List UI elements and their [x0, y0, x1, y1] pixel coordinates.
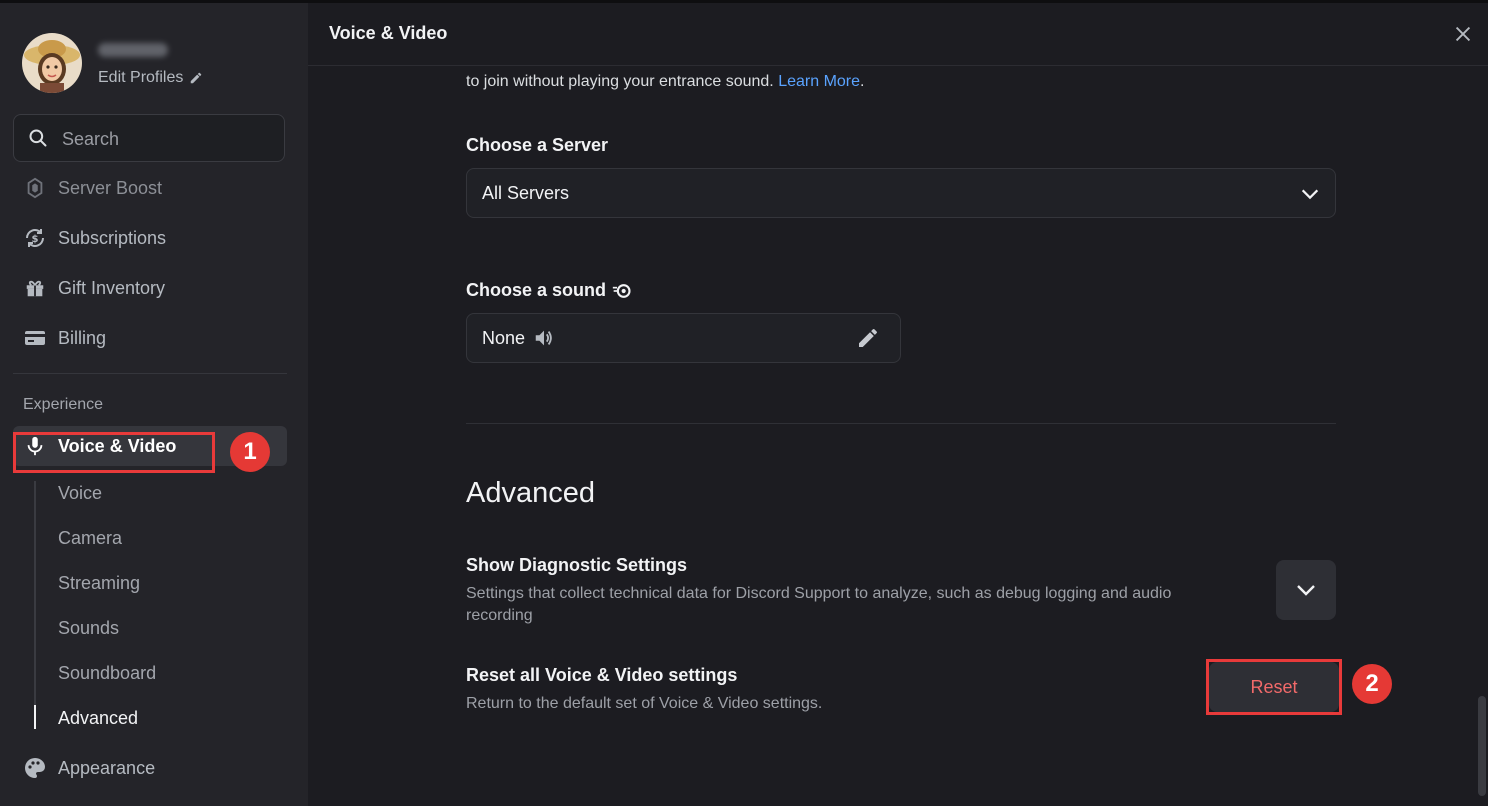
close-button[interactable] [1452, 23, 1474, 45]
sidebar-item-label: Appearance [58, 757, 156, 778]
sound-picker: None [466, 313, 901, 363]
nitro-icon [612, 283, 631, 298]
choose-server-label: Choose a Server [466, 135, 609, 155]
settings-sidebar: Edit Profiles Server Boost $ Subscriptio… [0, 3, 308, 806]
search-input[interactable] [60, 123, 274, 155]
diagnostic-settings-description: Settings that collect technical data for… [466, 585, 1172, 624]
sidebar-item-label: Server Boost [58, 177, 163, 198]
active-sub-marker [34, 705, 36, 729]
sub-item-advanced[interactable]: Advanced [58, 708, 138, 729]
sub-item-voice[interactable]: Voice [58, 483, 102, 504]
annotation-highlight-1 [13, 432, 215, 473]
sub-item-sounds[interactable]: Sounds [58, 618, 119, 639]
avatar[interactable] [22, 33, 82, 93]
advanced-heading: Advanced [466, 477, 595, 509]
chevron-down-icon [1301, 189, 1319, 200]
billing-icon [22, 325, 48, 351]
sub-item-streaming[interactable]: Streaming [58, 573, 140, 594]
scrollbar-thumb[interactable] [1478, 696, 1486, 796]
annotation-badge-1: 1 [230, 432, 270, 472]
annotation-badge-2: 2 [1352, 664, 1392, 704]
username-blurred [98, 43, 168, 57]
intro-end: . [860, 73, 865, 90]
settings-content: Voice & Video to join without playing yo… [308, 3, 1488, 806]
sidebar-item-label: Gift Inventory [58, 277, 166, 298]
sidebar-item-label: Billing [58, 327, 107, 348]
chevron-down-icon [1297, 585, 1315, 596]
subscriptions-icon: $ [22, 225, 48, 251]
sidebar-item-server-boost[interactable]: Server Boost [13, 168, 287, 208]
sidebar-divider [13, 373, 287, 374]
speaker-icon[interactable] [533, 327, 555, 349]
choose-sound-label-row: Choose a sound [466, 280, 632, 301]
profile-card: Edit Profiles [22, 33, 292, 97]
section-label-experience: Experience [23, 396, 104, 413]
palette-icon [22, 755, 48, 781]
edit-profiles-label: Edit Profiles [98, 69, 184, 86]
edit-sound-pencil-icon[interactable] [856, 326, 880, 350]
search-icon [29, 129, 47, 147]
close-icon [1455, 26, 1471, 42]
intro-text: to join without playing your entrance so… [466, 73, 774, 90]
entrance-sound-description: to join without playing your entrance so… [466, 73, 864, 91]
server-select[interactable]: All Servers [466, 168, 1336, 218]
page-title: Voice & Video [329, 23, 448, 43]
diagnostic-expand-button[interactable] [1276, 560, 1336, 620]
server-select-value: All Servers [482, 183, 570, 203]
sidebar-item-subscriptions[interactable]: $ Subscriptions [13, 218, 287, 258]
reset-settings-title: Reset all Voice & Video settings [466, 665, 738, 685]
pencil-icon [191, 72, 202, 84]
sub-item-camera[interactable]: Camera [58, 528, 122, 549]
choose-sound-label: Choose a sound [466, 280, 607, 300]
boost-icon [22, 175, 48, 201]
diagnostic-settings-title: Show Diagnostic Settings [466, 555, 688, 575]
annotation-highlight-2 [1206, 659, 1342, 715]
sidebar-item-gift-inventory[interactable]: Gift Inventory [13, 268, 287, 308]
svg-text:$: $ [32, 234, 39, 245]
page-header: Voice & Video [308, 3, 1488, 66]
sidebar-item-appearance[interactable]: Appearance [13, 748, 287, 788]
gift-icon [22, 275, 48, 301]
sound-value: None [482, 328, 526, 348]
learn-more-link[interactable]: Learn More [778, 73, 860, 90]
search-box [13, 114, 285, 162]
sidebar-item-billing[interactable]: Billing [13, 318, 287, 358]
edit-profiles-link[interactable]: Edit Profiles [98, 69, 203, 87]
sub-item-soundboard[interactable]: Soundboard [58, 663, 156, 684]
section-divider [466, 423, 1336, 424]
sidebar-item-label: Subscriptions [58, 227, 167, 248]
reset-settings-description: Return to the default set of Voice & Vid… [466, 695, 823, 712]
sub-nav-line [34, 481, 36, 729]
